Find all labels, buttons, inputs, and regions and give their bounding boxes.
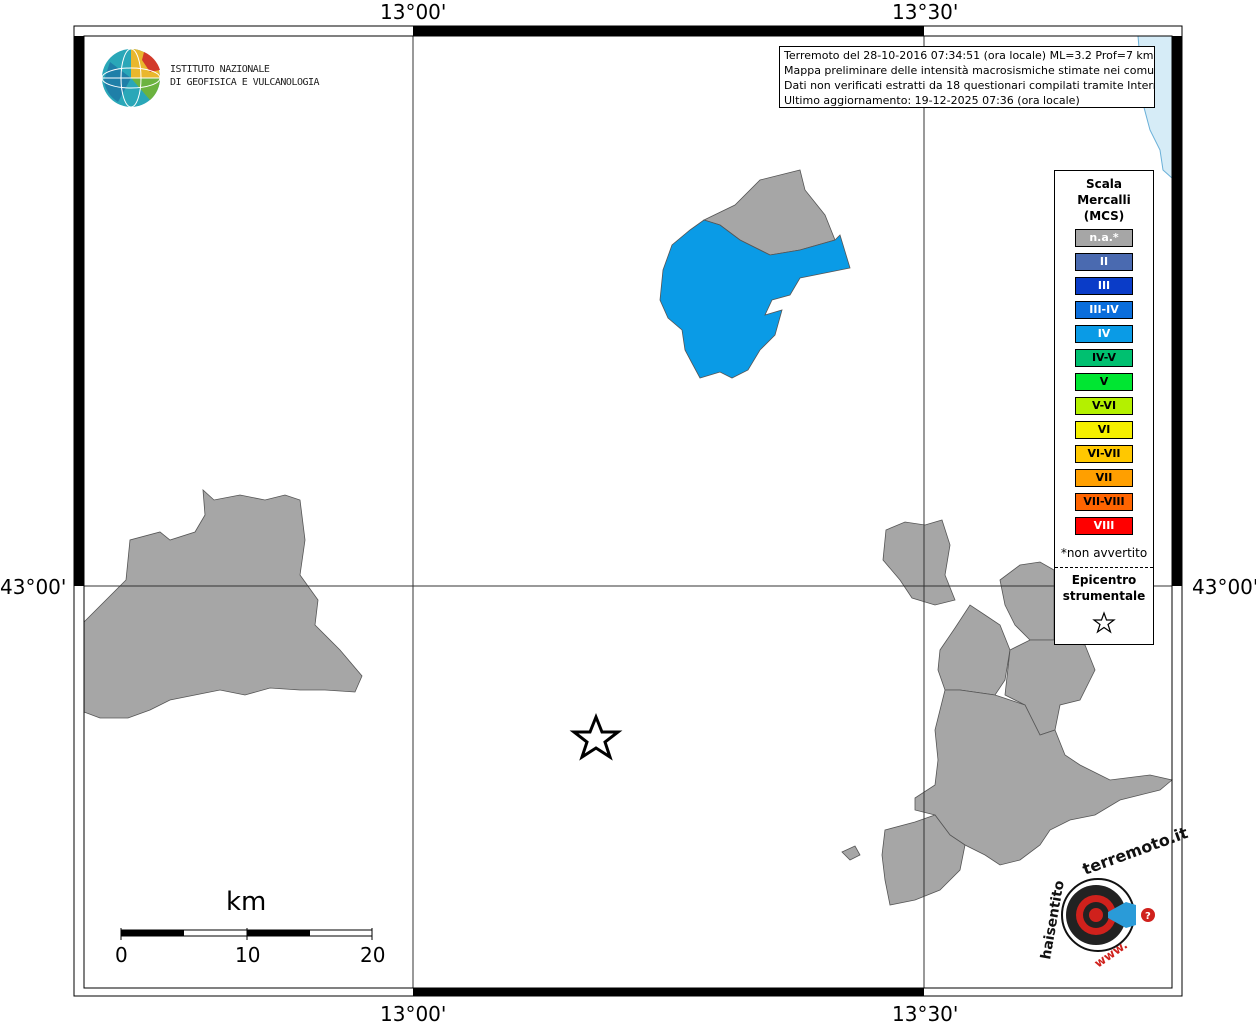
legend-title-line2: Mercalli <box>1077 193 1131 207</box>
municipality-na-east-1[interactable] <box>937 604 1011 696</box>
municipality-na-west[interactable] <box>83 489 363 719</box>
scale-tick-10: 10 <box>235 943 261 967</box>
coord-right-4300: 43°00' <box>1192 575 1256 599</box>
scale-tick-0: 0 <box>115 943 128 967</box>
epicenter-star-icon[interactable] <box>569 712 623 761</box>
svg-text:?: ? <box>1145 911 1151 922</box>
municipality-na-islet[interactable] <box>841 845 861 861</box>
frame-bar-top <box>413 26 924 36</box>
legend-swatch: VI <box>1075 421 1133 439</box>
legend-swatch: VIII <box>1075 517 1133 535</box>
legend-title-line1: Scala <box>1085 177 1123 191</box>
legend-separator <box>1055 567 1153 568</box>
legend-epicenter-line1: Epicentro <box>1071 573 1137 587</box>
ingv-logo-icon <box>101 48 161 108</box>
legend-swatch: V-VI <box>1075 397 1133 415</box>
legend-epicenter-line2: strumentale <box>1062 589 1146 603</box>
svg-text:terremoto.it: terremoto.it <box>1080 823 1191 879</box>
ingv-logo-line2: DI GEOFISICA E VULCANOLOGIA <box>170 77 320 88</box>
legend-swatch: VI-VII <box>1075 445 1133 463</box>
legend-swatch: IV <box>1075 325 1133 343</box>
scale-bar <box>120 928 373 940</box>
scale-unit-label: km <box>226 887 267 917</box>
info-line-data: Dati non verificati estratti da 18 quest… <box>784 79 1155 92</box>
coord-top-1300: 13°00' <box>380 0 447 24</box>
legend-swatch: III-IV <box>1075 301 1133 319</box>
haisentito-logo-icon: ? haisentito terremoto.it www. <box>1038 823 1190 971</box>
info-line-event: Terremoto del 28-10-2016 07:34:51 (ora l… <box>784 49 1154 62</box>
frame-bar-bottom <box>413 988 924 996</box>
municipality-na-east-small[interactable] <box>882 519 956 606</box>
coord-bottom-1330: 13°30' <box>892 1002 959 1026</box>
legend-swatch: n.a.* <box>1075 229 1133 247</box>
municipality-na-east-2[interactable] <box>999 561 1055 641</box>
legend-title: Scala Mercalli (MCS) <box>1055 176 1153 224</box>
legend-swatch: VII <box>1075 469 1133 487</box>
scale-tick-20: 20 <box>360 943 386 967</box>
legend-swatch: V <box>1075 373 1133 391</box>
earthquake-info-box: Terremoto del 28-10-2016 07:34:51 (ora l… <box>779 46 1155 108</box>
info-line-map: Mappa preliminare delle intensità macros… <box>784 64 1155 77</box>
legend-swatch: III <box>1075 277 1133 295</box>
legend-swatch: IV-V <box>1075 349 1133 367</box>
coord-left-4300: 43°00' <box>0 575 67 599</box>
legend-swatch: II <box>1075 253 1133 271</box>
intensity-legend: Scala Mercalli (MCS) n.a.* II III III-IV IV I… <box>1054 170 1154 645</box>
frame-bar-right <box>1172 36 1182 586</box>
info-line-updated: Ultimo aggiornamento: 19-12-2025 07:36 (… <box>784 94 1080 107</box>
coord-bottom-1300: 13°00' <box>380 1002 447 1026</box>
legend-title-line3: (MCS) <box>1083 209 1125 223</box>
legend-note: *non avvertito <box>1060 546 1148 560</box>
frame-bar-left <box>74 36 84 586</box>
legend-swatch: VII-VIII <box>1075 493 1133 511</box>
legend-epicenter-label: Epicentro strumentale <box>1055 572 1153 604</box>
legend-star-icon <box>1092 611 1116 634</box>
ingv-logo-line1: ISTITUTO NAZIONALE <box>170 64 270 75</box>
ingv-logo-text: ISTITUTO NAZIONALE DI GEOFISICA E VULCAN… <box>170 63 320 89</box>
coord-top-1330: 13°30' <box>892 0 959 24</box>
